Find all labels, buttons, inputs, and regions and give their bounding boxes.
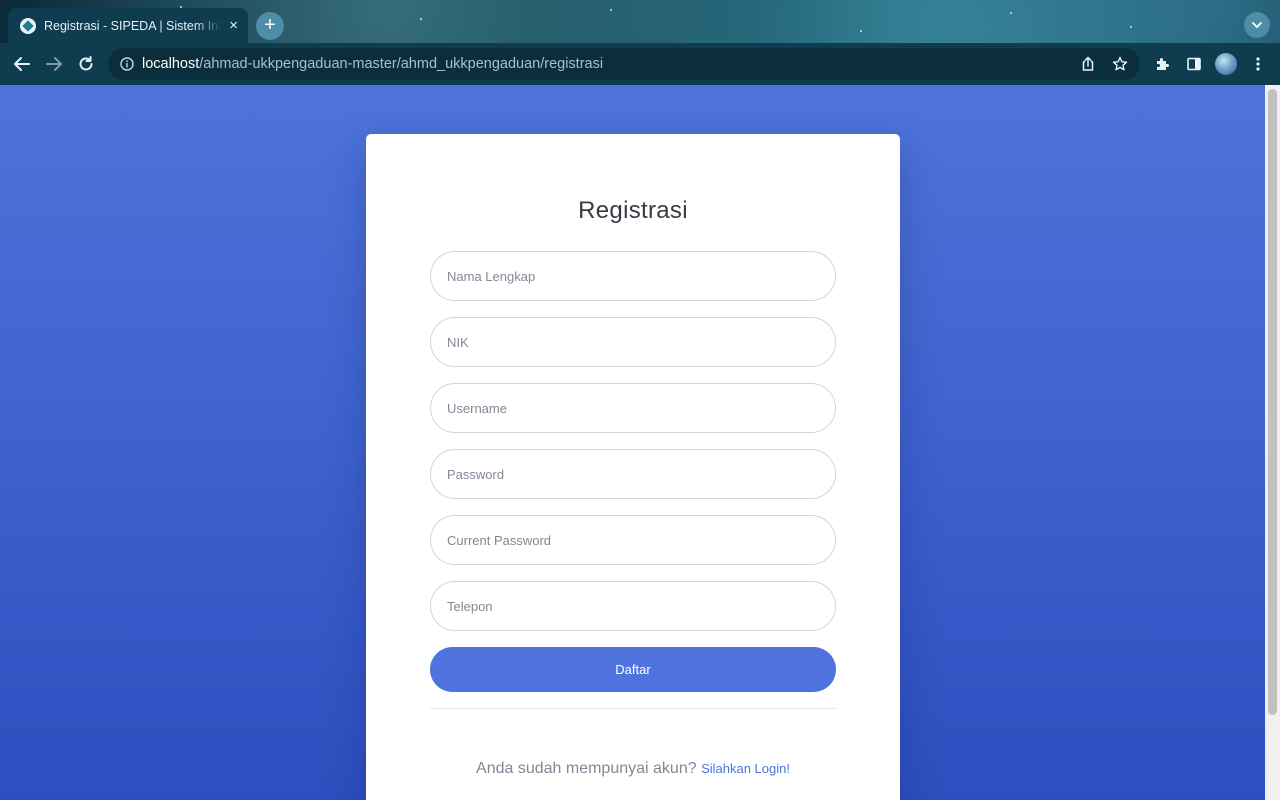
full-name-input[interactable] [430,251,836,301]
reload-icon [79,56,93,71]
browser-tab-active[interactable]: Registrasi - SIPEDA | Sistem Informasi P… [8,8,248,43]
tab-search-button[interactable] [1244,12,1270,38]
login-prompt-row: Anda sudah mempunyai akun? Silahkan Logi… [366,760,900,778]
phone-input[interactable] [430,581,836,631]
puzzle-icon [1157,58,1169,70]
scrollbar-thumb[interactable] [1268,89,1277,715]
page-viewport: Registrasi Daftar Anda sudah mempunyai a… [0,85,1280,800]
browser-toolbar: localhost/ahmad-ukkpengaduan-master/ahmd… [0,43,1280,85]
browser-tab-strip: Registrasi - SIPEDA | Sistem Informasi P… [0,0,1280,43]
url-host: localhost [142,56,200,72]
extensions-button[interactable] [1150,52,1174,76]
close-tab-icon[interactable]: × [229,18,238,33]
new-tab-button[interactable]: + [256,12,284,40]
star-icon [1112,56,1128,71]
tab-title: Registrasi - SIPEDA | Sistem Informasi P… [44,18,222,33]
forward-button[interactable] [42,52,66,76]
side-panel-button[interactable] [1182,52,1206,76]
login-link[interactable]: Silahkan Login! [701,761,790,776]
share-button[interactable] [1076,52,1100,76]
arrow-left-icon [14,57,30,71]
registration-card: Registrasi Daftar Anda sudah mempunyai a… [366,134,900,800]
back-button[interactable] [10,52,34,76]
bookmark-button[interactable] [1108,52,1132,76]
username-input[interactable] [430,383,836,433]
page-title: Registrasi [578,197,688,224]
password-input[interactable] [430,449,836,499]
star-decoration [860,30,862,32]
login-prompt-text: Anda sudah mempunyai akun? [476,760,697,777]
star-decoration [420,18,422,20]
reload-button[interactable] [74,52,98,76]
side-panel-icon [1187,57,1201,71]
kebab-menu-icon [1256,57,1260,71]
info-icon[interactable] [120,57,134,71]
confirm-password-input[interactable] [430,515,836,565]
avatar [1215,53,1237,75]
address-bar-actions [1076,52,1132,76]
arrow-right-icon [46,57,62,71]
star-decoration [1130,26,1132,28]
favicon-icon [20,17,36,34]
star-decoration [610,9,612,11]
scrollbar[interactable] [1265,85,1280,800]
chevron-down-icon [1252,22,1262,29]
share-icon [1082,56,1094,71]
divider [430,708,836,709]
address-bar[interactable]: localhost/ahmad-ukkpengaduan-master/ahmd… [108,48,1140,80]
profile-button[interactable] [1214,52,1238,76]
star-decoration [1010,12,1012,14]
nik-input[interactable] [430,317,836,367]
url-path: /ahmad-ukkpengaduan-master/ahmd_ukkpenga… [199,56,604,72]
url-text[interactable]: localhost/ahmad-ukkpengaduan-master/ahmd… [142,56,603,72]
toolbar-actions [1150,52,1270,76]
browser-menu-button[interactable] [1246,52,1270,76]
register-button[interactable]: Daftar [430,647,836,692]
